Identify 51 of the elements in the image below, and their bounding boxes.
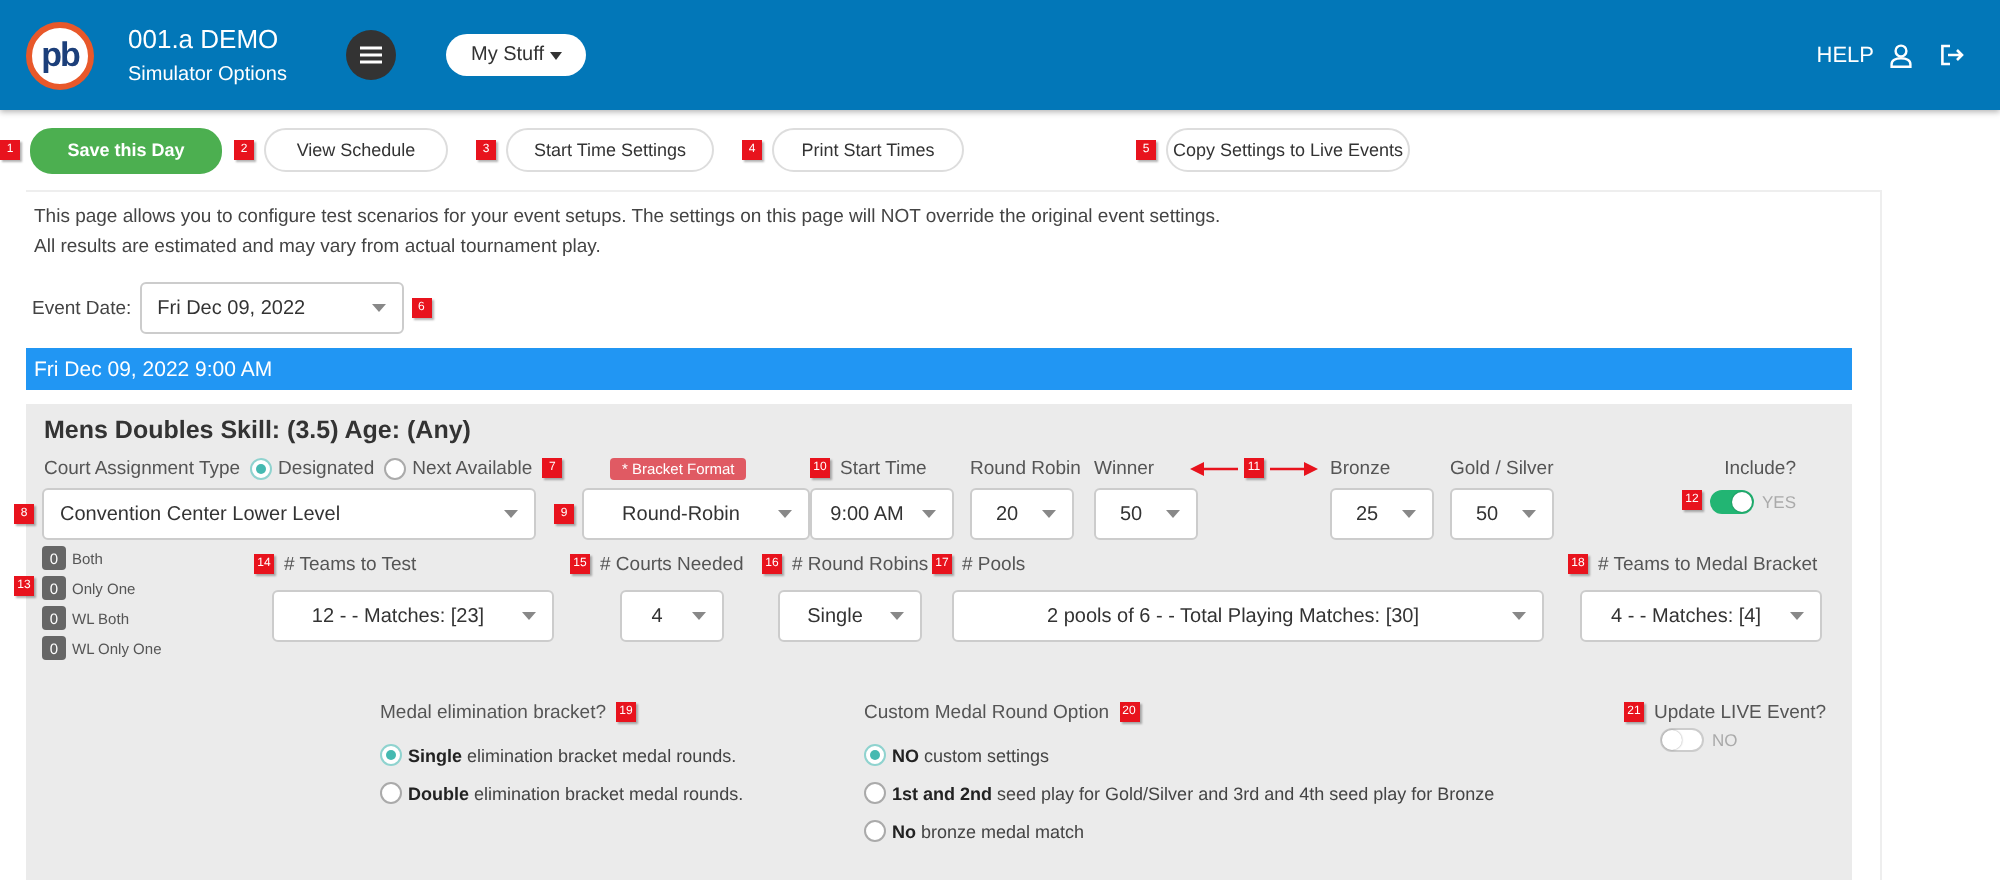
app-title: 001.a DEMO [128, 24, 281, 54]
field-label: # Teams to Test [284, 553, 417, 575]
toggle-state: NO [1712, 730, 1738, 750]
score-select[interactable]: 50 [1094, 488, 1198, 540]
field-label: Start Time [840, 457, 927, 479]
field-label: Bronze [1330, 457, 1391, 479]
score-select[interactable]: 25 [1330, 488, 1434, 540]
session-bar: Fri Dec 09, 2022 9:00 AM [26, 348, 1852, 390]
event-title: Mens Doubles Skill: (3.5) Age: (Any) [44, 416, 473, 444]
field-select[interactable]: 12 - - Matches: [23] [272, 590, 554, 642]
toggle-state: YES [1761, 492, 1796, 512]
help-link[interactable]: HELP [1816, 43, 1874, 67]
field-label: Update LIVE Event? [1654, 701, 1827, 723]
intro-text: This page allows you to configure test scenarios for your event setups. The settings on this page will NOT override the original event settings. [34, 204, 1223, 232]
field-select[interactable]: 4 [620, 590, 724, 642]
radio-label[interactable]: 1st and 2nd seed play for Gold/Silver and 3rd and 4th seed play for Bronze [892, 783, 1495, 803]
radio-label[interactable]: Designated [278, 457, 375, 479]
toolbar-button[interactable]: View Schedule [264, 128, 448, 172]
radio-label[interactable]: Next Available [412, 457, 533, 479]
group-label: Medal elimination bracket? [380, 701, 607, 723]
field-label: Court Assignment Type [44, 457, 241, 479]
field-label: Round Robin [970, 457, 1081, 479]
score-select[interactable]: 50 [1450, 488, 1554, 540]
format-select[interactable]: Round-Robin [582, 488, 810, 540]
field-label: # Pools [962, 553, 1026, 575]
toolbar-button[interactable]: Print Start Times [772, 128, 964, 172]
app-subtitle: Simulator Options [128, 64, 287, 86]
intro-text: All results are estimated and may vary from actual tournament play. [34, 234, 603, 262]
radio-label[interactable]: NO custom settings [892, 745, 1050, 765]
radio-label[interactable]: No bronze medal match [892, 821, 1085, 841]
date-select[interactable]: Fri Dec 09, 2022 [139, 282, 404, 334]
time-select[interactable]: 9:00 AM [810, 488, 954, 540]
group-label: Custom Medal Round Option [864, 701, 1110, 723]
radio-label[interactable]: Double elimination bracket medal rounds. [408, 783, 744, 803]
field-label: # Round Robins [792, 553, 929, 575]
score-select[interactable]: 20 [970, 488, 1074, 540]
field-label: Event Date: [32, 297, 132, 319]
field-label: # Courts Needed [600, 553, 744, 575]
field-label: Gold / Silver [1450, 457, 1554, 479]
field-select[interactable]: Single [778, 590, 922, 642]
field-label: Include? [1724, 455, 1796, 483]
toolbar-button[interactable]: Copy Settings to Live Events [1166, 128, 1410, 172]
field-select[interactable]: 4 - - Matches: [4] [1580, 590, 1822, 642]
court-select[interactable]: Convention Center Lower Level [42, 488, 536, 540]
logo: pb [26, 21, 94, 89]
field-label: # Teams to Medal Bracket [1598, 553, 1818, 575]
radio-label[interactable]: Single elimination bracket medal rounds. [408, 745, 737, 765]
field-label: Winner [1094, 457, 1155, 479]
my-stuff-dropdown[interactable]: My Stuff [446, 34, 586, 76]
field-select[interactable]: 2 pools of 6 - - Total Playing Matches: [30] [952, 590, 1544, 642]
toolbar-button[interactable]: Start Time Settings [506, 128, 714, 172]
